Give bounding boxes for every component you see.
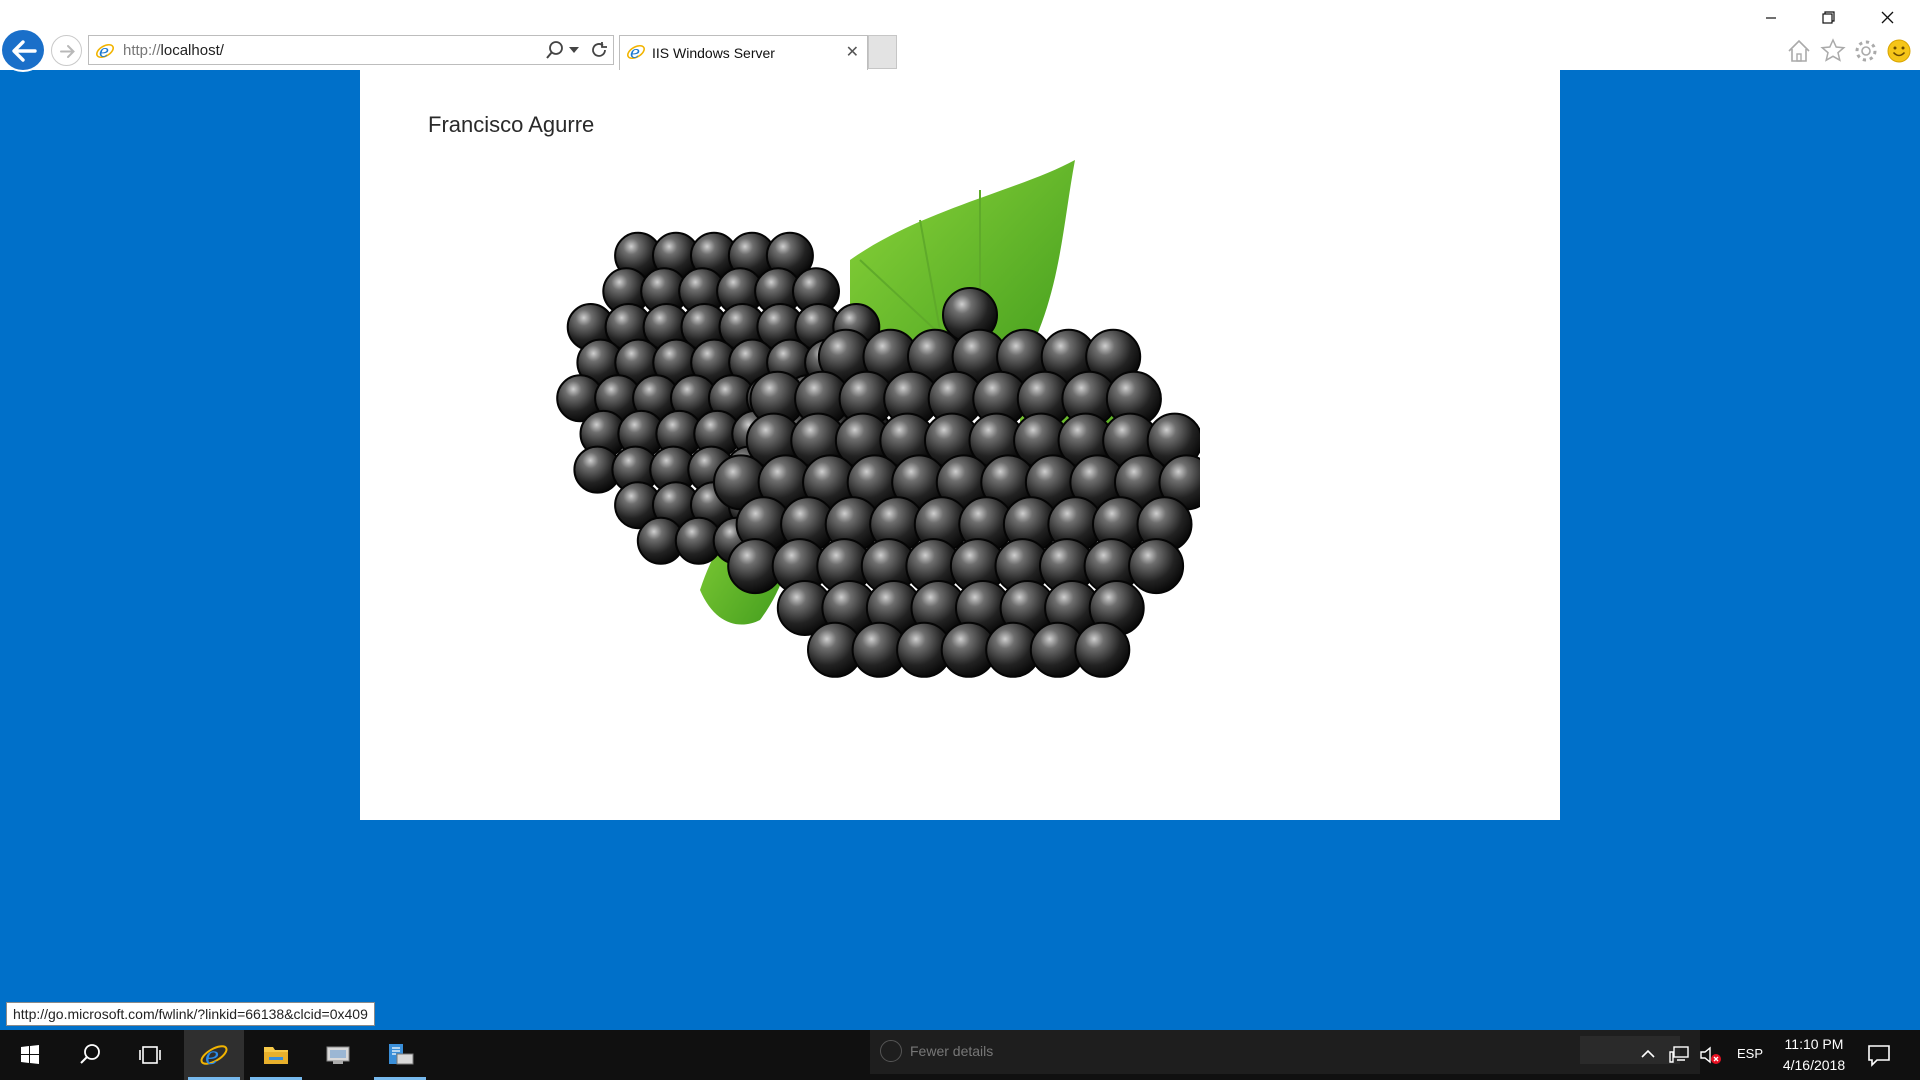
taskbar: e Fewer details ESP 11:10 PM 4/16/2018 <box>0 1030 1920 1080</box>
taskbar-internet-explorer[interactable]: e <box>184 1030 244 1080</box>
clock-date: 4/16/2018 <box>1782 1057 1846 1073</box>
start-icon <box>21 1045 39 1064</box>
network-icon[interactable] <box>1668 1044 1690 1066</box>
address-url[interactable]: http://localhost/ <box>123 42 224 59</box>
page-content: Francisco Agurre <box>360 70 1560 820</box>
input-language[interactable]: ESP <box>1737 1046 1763 1061</box>
forward-arrow-icon <box>60 45 75 58</box>
tab-title: IIS Windows Server <box>652 45 775 61</box>
ie-tab-icon: e <box>627 43 645 62</box>
tab-close-icon[interactable]: ✕ <box>846 42 859 61</box>
taskbar-iis-manager[interactable] <box>370 1030 430 1080</box>
address-bar[interactable]: e http://localhost/ <box>88 35 614 65</box>
taskbar-server-manager[interactable] <box>308 1030 368 1080</box>
home-icon[interactable] <box>1786 38 1812 64</box>
svg-text:e: e <box>99 42 109 61</box>
clock-time: 11:10 PM <box>1784 1036 1844 1052</box>
action-center-icon[interactable] <box>1866 1043 1892 1067</box>
start-button[interactable] <box>0 1030 60 1080</box>
gear-icon[interactable] <box>1853 38 1879 64</box>
dropdown-arrow-icon[interactable] <box>569 47 579 53</box>
back-button[interactable] <box>0 28 46 72</box>
blackberries-image <box>556 160 1200 678</box>
refresh-icon[interactable] <box>589 40 609 60</box>
restore-icon[interactable] <box>1805 6 1851 30</box>
task-view-icon <box>139 1046 161 1064</box>
minimize-icon[interactable] <box>1748 6 1794 30</box>
internet-explorer-icon: e <box>200 1042 228 1068</box>
status-bar-link: http://go.microsoft.com/fwlink/?linkid=6… <box>6 1002 375 1026</box>
file-explorer-icon <box>264 1047 288 1064</box>
berry-drupe <box>1074 621 1131 678</box>
chevron-up-icon[interactable] <box>1640 1048 1656 1060</box>
server-manager-icon <box>326 1046 350 1064</box>
system-clock[interactable]: 11:10 PM 4/16/2018 <box>1774 1034 1854 1076</box>
tab-iis-windows-server[interactable]: e IIS Windows Server ✕ <box>619 35 868 70</box>
new-tab-button[interactable] <box>868 35 897 69</box>
toast-action-button[interactable] <box>1580 1036 1680 1064</box>
search-button[interactable] <box>60 1030 120 1080</box>
favorites-star-icon[interactable] <box>1820 38 1846 64</box>
smiley-feedback-icon[interactable] <box>1886 38 1912 64</box>
notification-toast[interactable]: Fewer details <box>870 1030 1700 1074</box>
forward-button[interactable] <box>51 35 82 66</box>
task-view-button[interactable] <box>120 1030 180 1080</box>
svg-text:e: e <box>205 1042 219 1068</box>
author-name: Francisco Agurre <box>428 112 595 137</box>
ie-page-icon: e <box>96 42 114 61</box>
fewer-details-link[interactable]: Fewer details <box>910 1043 993 1059</box>
berry-drupe <box>1128 538 1185 595</box>
taskbar-file-explorer[interactable] <box>246 1030 306 1080</box>
back-arrow-icon <box>12 40 37 62</box>
chevron-up-icon[interactable] <box>880 1040 902 1062</box>
close-icon[interactable] <box>1864 6 1910 30</box>
search-icon <box>80 1044 100 1064</box>
search-icon[interactable] <box>545 40 565 60</box>
browser-chrome: e http://localhost/ e IIS Windows Server… <box>0 0 1920 72</box>
svg-text:e: e <box>630 43 640 62</box>
speaker-muted-icon[interactable] <box>1698 1044 1722 1066</box>
iis-manager-icon <box>389 1044 414 1065</box>
